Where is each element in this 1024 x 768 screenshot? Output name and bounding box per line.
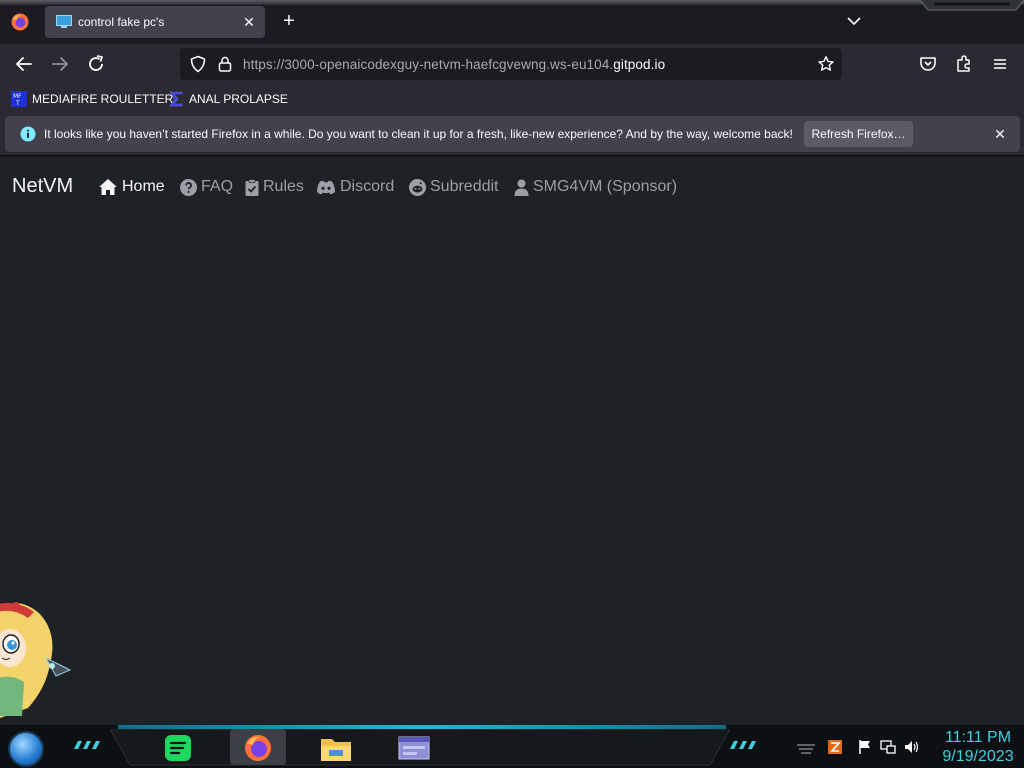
clipboard-check-icon [245, 178, 259, 196]
bookmark-item[interactable]: ANAL PROLAPSE [168, 90, 288, 108]
svg-text:MF: MF [13, 93, 22, 100]
bookmark-label: ANAL PROLAPSE [189, 92, 288, 106]
refresh-firefox-notification: It looks like you haven’t started Firefo… [5, 116, 1020, 152]
firefox-icon [245, 735, 271, 761]
bookmark-item[interactable]: MF T MEDIAFIRE ROULETTER [11, 90, 173, 108]
nav-label: Rules [263, 178, 304, 195]
site-brand[interactable]: NetVM [12, 175, 73, 198]
bookmark-star-icon[interactable] [817, 55, 835, 73]
info-icon [20, 126, 36, 142]
nav-faq[interactable]: FAQ [180, 176, 233, 198]
tray-app-icon[interactable] [827, 739, 843, 755]
clock-date: 9/19/2023 [942, 748, 1014, 765]
tab-title: control fake pc's [78, 15, 165, 29]
mediafire-bookmark-icon: MF T [11, 91, 27, 107]
taskbar-app-active[interactable] [230, 729, 286, 765]
tab-close-button[interactable]: ✕ [239, 12, 259, 32]
window-frame-decoration [920, 0, 1024, 11]
page-content: NetVM Home FAQ Rules Discord Subreddit S… [0, 157, 1024, 725]
nav-sponsor[interactable]: SMG4VM (Sponsor) [514, 176, 677, 198]
notification-message: It looks like you haven’t started Firefo… [44, 127, 793, 141]
nav-rules[interactable]: Rules [245, 176, 304, 198]
window-frame-top [0, 0, 1024, 5]
clock-time: 11:11 PM [944, 729, 1012, 746]
action-center-flag-icon[interactable] [857, 739, 873, 755]
taskbar-app[interactable] [386, 729, 442, 765]
refresh-firefox-button[interactable]: Refresh Firefox… [804, 121, 913, 147]
show-hidden-icons-icon[interactable] [795, 739, 817, 755]
file-explorer-icon [321, 739, 351, 761]
navigation-toolbar: https://3000-openaicodexguy-netvm-haefcg… [0, 44, 1024, 84]
reload-icon[interactable] [84, 52, 108, 76]
desktop-mascot-character [0, 602, 72, 718]
extensions-puzzle-icon[interactable] [952, 52, 976, 76]
taskbar-app[interactable] [150, 729, 206, 765]
spotify-icon [165, 735, 191, 761]
notification-close-button[interactable]: ✕ [990, 124, 1010, 144]
nav-home[interactable]: Home [98, 176, 165, 198]
bookmarks-toolbar: MF T MEDIAFIRE ROULETTER ANAL PROLAPSE [0, 84, 1024, 112]
firefox-menu-icon[interactable] [10, 12, 30, 32]
forward-arrow-icon[interactable] [48, 52, 72, 76]
question-circle-icon [180, 178, 197, 196]
url-bar[interactable]: https://3000-openaicodexguy-netvm-haefcg… [180, 48, 842, 80]
url-prefix: https://3000-openaicodexguy-netvm-haefcg… [243, 57, 614, 72]
sigma-bookmark-icon [169, 91, 183, 107]
tab-active[interactable]: control fake pc's ✕ [45, 6, 265, 38]
start-button[interactable] [8, 731, 44, 767]
hamburger-menu-icon[interactable] [988, 52, 1012, 76]
nav-label: Subreddit [430, 178, 499, 195]
nav-label: Discord [340, 178, 395, 195]
svg-text:T: T [15, 100, 20, 107]
nav-discord[interactable]: Discord [316, 176, 394, 198]
url-text[interactable]: https://3000-openaicodexguy-netvm-haefcg… [243, 57, 665, 72]
bookmark-label: MEDIAFIRE ROULETTER [32, 92, 174, 106]
taskbar-app[interactable] [308, 729, 364, 765]
nav-label: SMG4VM (Sponsor) [533, 178, 678, 195]
pocket-icon[interactable] [916, 52, 940, 76]
user-icon [514, 179, 529, 196]
lock-icon[interactable] [216, 55, 234, 73]
monitor-icon [56, 15, 72, 28]
tab-strip: control fake pc's ✕ + [0, 0, 1024, 44]
back-arrow-icon[interactable] [12, 52, 36, 76]
nav-subreddit[interactable]: Subreddit [409, 176, 499, 198]
notification-area: It looks like you haven’t started Firefo… [0, 112, 1024, 156]
taskbar-chevron-decoration [74, 741, 100, 749]
home-icon [99, 179, 117, 195]
taskbar-chevron-decoration [730, 741, 756, 749]
taskbar: 11:11 PM 9/19/2023 [0, 725, 1024, 768]
window-app-icon [398, 736, 430, 760]
system-clock[interactable]: 11:11 PM 9/19/2023 [936, 728, 1020, 766]
discord-icon [317, 180, 335, 194]
list-all-tabs-chevron-icon[interactable] [845, 12, 863, 30]
nav-label: FAQ [201, 178, 234, 195]
tracking-shield-icon[interactable] [189, 55, 207, 73]
url-host: gitpod.io [613, 57, 666, 72]
nav-label: Home [122, 178, 165, 195]
reddit-icon [409, 178, 426, 196]
volume-icon[interactable] [904, 739, 920, 755]
network-icon[interactable] [880, 739, 896, 755]
new-tab-button[interactable]: + [278, 11, 300, 33]
